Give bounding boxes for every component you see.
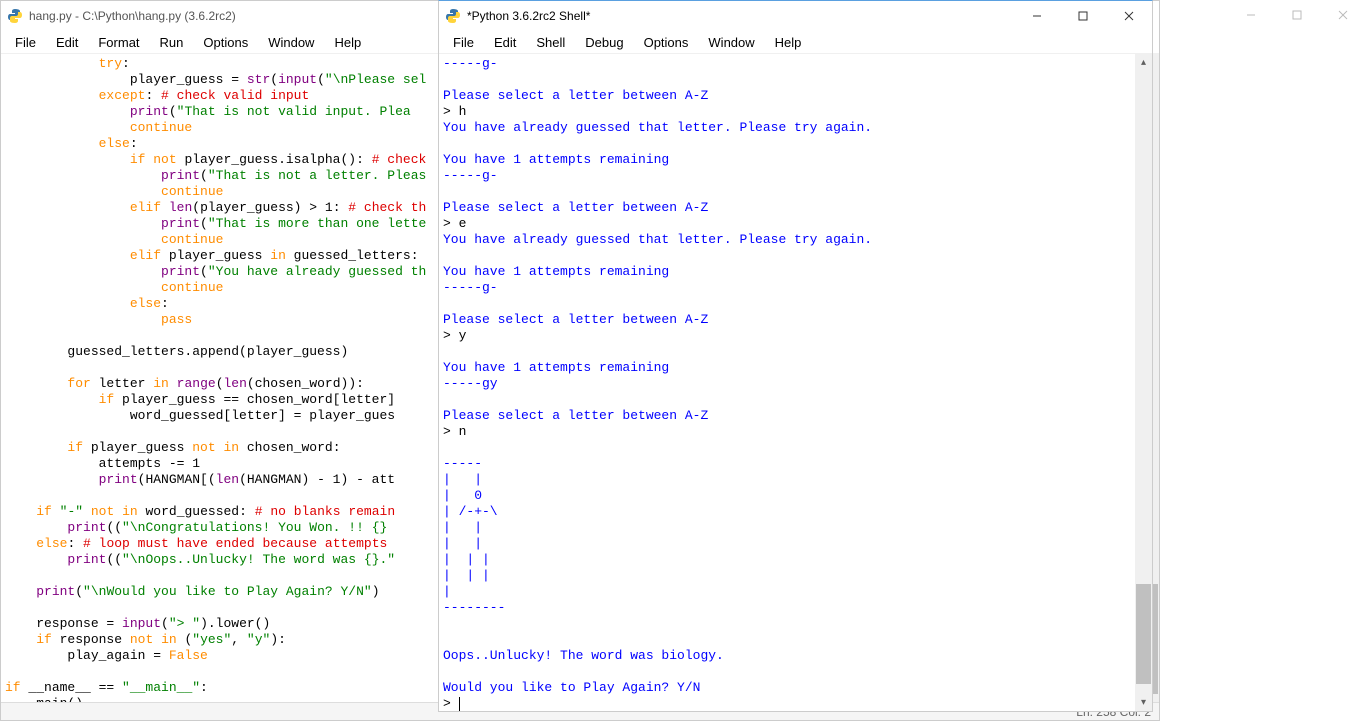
- bg-maximize-button[interactable]: [1274, 0, 1320, 30]
- menu-debug[interactable]: Debug: [577, 33, 631, 52]
- menu-edit[interactable]: Edit: [486, 33, 524, 52]
- menu-format[interactable]: Format: [90, 33, 147, 52]
- menu-window[interactable]: Window: [260, 33, 322, 52]
- menu-edit[interactable]: Edit: [48, 33, 86, 52]
- bg-titlebar: [1200, 0, 1366, 30]
- menu-help[interactable]: Help: [326, 33, 369, 52]
- shell-minimize-button[interactable]: [1014, 1, 1060, 31]
- scroll-up-arrow[interactable]: ▴: [1135, 54, 1152, 71]
- menu-file[interactable]: File: [445, 33, 482, 52]
- menu-shell[interactable]: Shell: [528, 33, 573, 52]
- shell-window: *Python 3.6.2rc2 Shell* FileEditShellDeb…: [438, 0, 1153, 712]
- shell-maximize-button[interactable]: [1060, 1, 1106, 31]
- text-cursor: [459, 697, 460, 711]
- shell-scrollbar[interactable]: ▴ ▾: [1135, 54, 1152, 711]
- shell-close-button[interactable]: [1106, 1, 1152, 31]
- shell-titlebar[interactable]: *Python 3.6.2rc2 Shell*: [439, 1, 1152, 31]
- menu-help[interactable]: Help: [767, 33, 810, 52]
- menu-options[interactable]: Options: [195, 33, 256, 52]
- menu-run[interactable]: Run: [152, 33, 192, 52]
- shell-output-area[interactable]: -----g- Please select a letter between A…: [439, 53, 1152, 711]
- menu-options[interactable]: Options: [636, 33, 697, 52]
- menu-window[interactable]: Window: [700, 33, 762, 52]
- bg-minimize-button[interactable]: [1228, 0, 1274, 30]
- shell-title: *Python 3.6.2rc2 Shell*: [467, 9, 1014, 23]
- menu-file[interactable]: File: [7, 33, 44, 52]
- scroll-thumb[interactable]: [1136, 584, 1151, 684]
- python-icon: [445, 8, 461, 24]
- bg-close-button[interactable]: [1320, 0, 1366, 30]
- scroll-down-arrow[interactable]: ▾: [1135, 694, 1152, 711]
- python-icon: [7, 8, 23, 24]
- shell-menubar: FileEditShellDebug OptionsWindow Help: [439, 31, 1152, 53]
